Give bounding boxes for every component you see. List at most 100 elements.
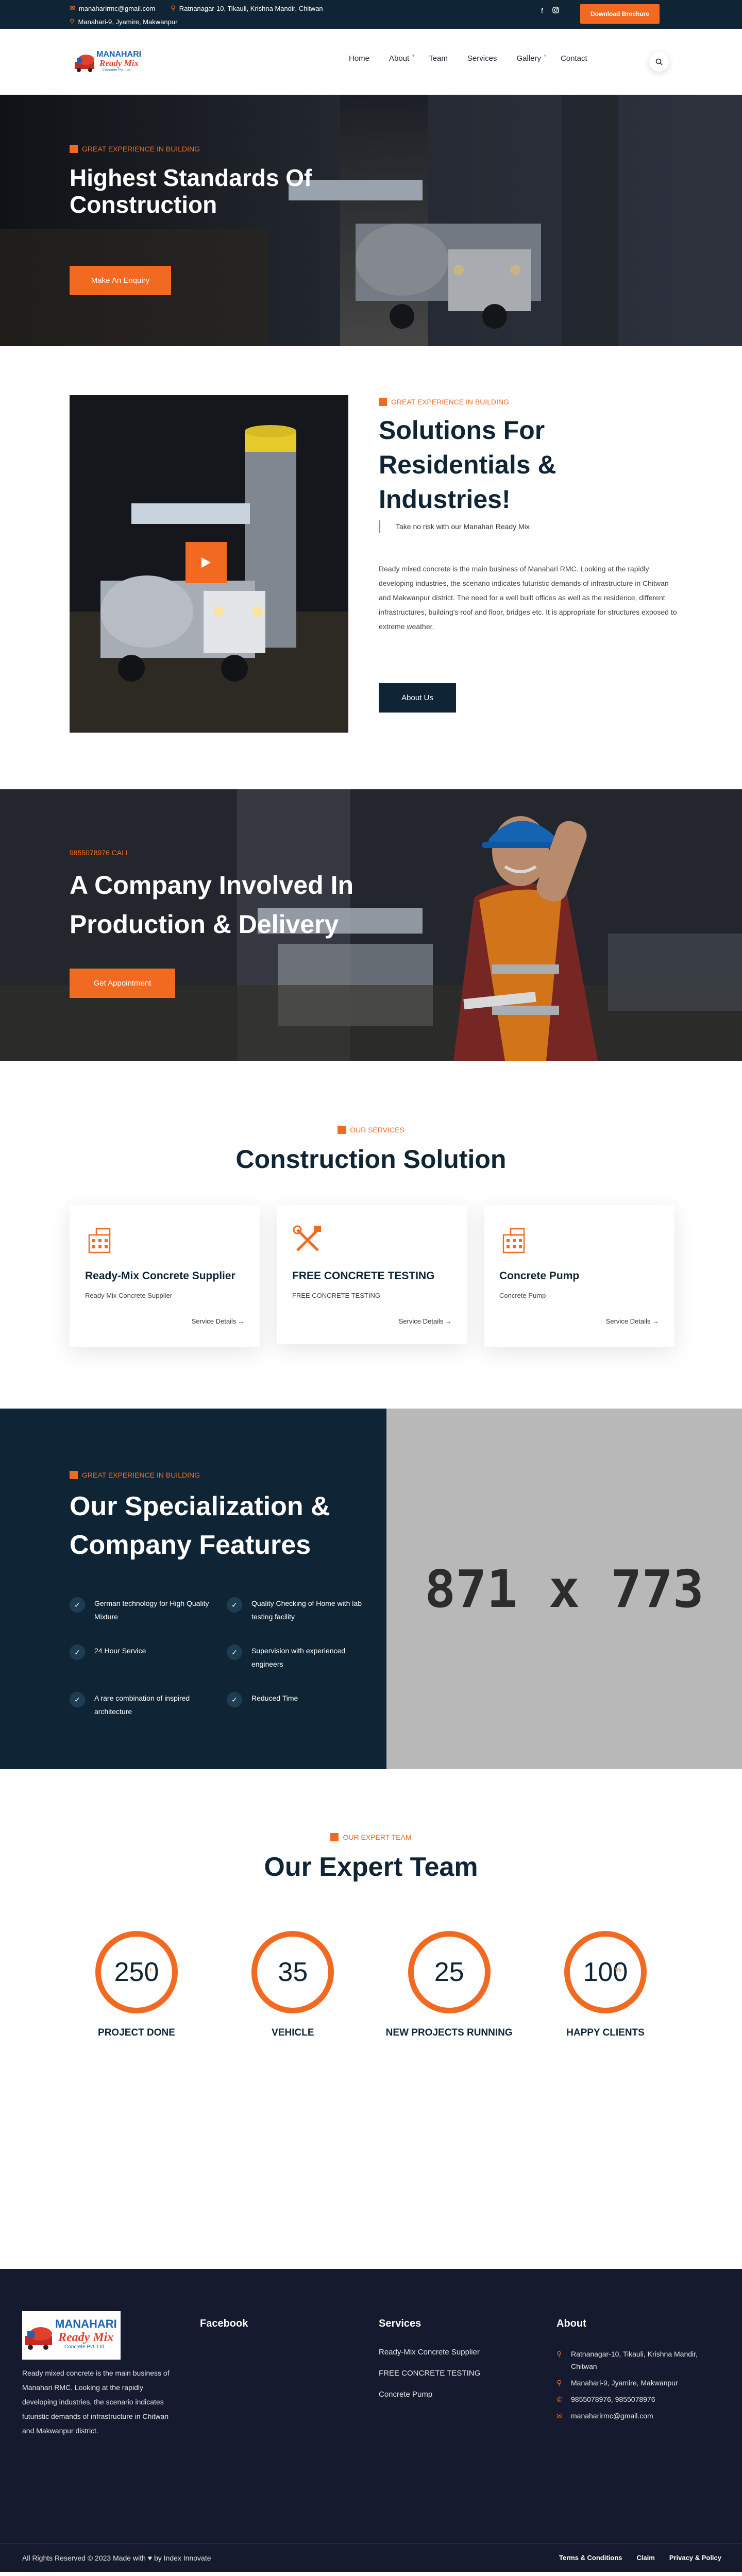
facebook-icon[interactable]: f bbox=[541, 7, 543, 15]
mail-icon: ✉ bbox=[70, 4, 75, 12]
footer-contact-item: ⚲ Manahari-9, Jyamire, Makwanpur bbox=[556, 2377, 721, 2389]
check-icon: ✓ bbox=[70, 1692, 85, 1707]
make-enquiry-button[interactable]: Make An Enquiry bbox=[70, 266, 171, 295]
feature-item: ✓ A rare combination of inspired architec… bbox=[70, 1691, 216, 1718]
feature-item: ✓ Quality Checking of Home with lab testi… bbox=[227, 1597, 374, 1623]
footer-facebook-column: Facebook bbox=[200, 2318, 248, 2330]
footer-service-link[interactable]: Ready-Mix Concrete Supplier bbox=[379, 2348, 480, 2357]
feature-item: ✓ Supervision with experienced engineers bbox=[227, 1644, 374, 1671]
hero-title: Highest Standards Of Construction bbox=[70, 164, 312, 218]
check-icon: ✓ bbox=[227, 1597, 242, 1613]
footer-service-link[interactable]: Concrete Pump bbox=[379, 2390, 480, 2399]
footer-services-column: Services Ready-Mix Concrete Supplier FRE… bbox=[379, 2318, 480, 2411]
about-us-button[interactable]: About Us bbox=[379, 683, 456, 713]
feature-item: ✓ German technology for High Quality Mixt… bbox=[70, 1597, 216, 1623]
footer-contact-item[interactable]: ✆ 9855078976, 9855078976 bbox=[556, 2393, 721, 2405]
search-button[interactable] bbox=[649, 52, 669, 72]
top-bar: ✉ manaharirmc@gmail.com ⚲ Ratnanagar-10, T… bbox=[0, 0, 742, 29]
stat-counter: 100% HAPPY CLIENTS bbox=[538, 1931, 672, 2039]
mail-icon: ✉ bbox=[556, 2412, 563, 2420]
footer-services-heading: Services bbox=[379, 2318, 421, 2329]
building-icon bbox=[499, 1225, 530, 1256]
topbar-email[interactable]: manaharirmc@gmail.com bbox=[79, 5, 155, 12]
footer-logo[interactable]: MANAHARI Ready Mix Concrete Pvt. Ltd. bbox=[22, 2311, 121, 2360]
team-section: OUR EXPERT TEAM Our Expert Team 250 + PRO… bbox=[0, 1769, 742, 2269]
about-section: GREAT EXPERIENCE IN BUILDING Solutions F… bbox=[0, 346, 742, 789]
cta-phone-tag[interactable]: 9855078976 CALL bbox=[70, 849, 130, 857]
hero-background-image bbox=[0, 95, 742, 346]
nav-home[interactable]: Home bbox=[339, 54, 379, 63]
features-tag: GREAT EXPERIENCE IN BUILDING bbox=[70, 1471, 200, 1479]
about-tag: GREAT EXPERIENCE IN BUILDING bbox=[379, 398, 509, 406]
footer-about-heading: About bbox=[556, 2318, 586, 2329]
service-card-text: Ready Mix Concrete Supplier bbox=[85, 1292, 173, 1299]
service-card[interactable]: FREE CONCRETE TESTING FREE CONCRETE TEST… bbox=[277, 1205, 467, 1344]
cta-title: A Company Involved In Production & Deliv… bbox=[70, 871, 354, 939]
hero-tag: GREAT EXPERIENCE IN BUILDING bbox=[70, 145, 200, 153]
stat-counter: 250 + PROJECT DONE bbox=[70, 1931, 204, 2039]
nav-team[interactable]: Team bbox=[419, 54, 458, 63]
site-footer: MANAHARI Ready Mix Concrete Pvt. Ltd. Re… bbox=[0, 2269, 742, 2572]
services-tag: OUR SERVICES bbox=[338, 1126, 404, 1134]
nav-contact[interactable]: Contact bbox=[551, 54, 597, 63]
building-icon bbox=[85, 1225, 116, 1256]
stat-counter: 25 + NEW PROJECTS RUNNING bbox=[382, 1931, 516, 2039]
service-card-text: FREE CONCRETE TESTING bbox=[292, 1292, 380, 1299]
claim-link[interactable]: Claim bbox=[636, 2554, 654, 2562]
nav-gallery[interactable]: Gallery bbox=[507, 53, 551, 63]
check-icon: ✓ bbox=[227, 1692, 242, 1707]
play-icon bbox=[201, 557, 211, 568]
footer-service-link[interactable]: FREE CONCRETE TESTING bbox=[379, 2369, 480, 2378]
check-icon: ✓ bbox=[70, 1597, 85, 1613]
nav-about[interactable]: About bbox=[379, 53, 419, 63]
logo-line-1: MANAHARI bbox=[96, 50, 141, 59]
about-title: Solutions For Residentials & Industries! bbox=[379, 416, 556, 514]
download-brochure-button[interactable]: Download Brochure bbox=[580, 4, 660, 24]
team-tag: OUR EXPERT TEAM bbox=[330, 1833, 412, 1841]
tools-icon bbox=[292, 1225, 323, 1256]
check-icon: ✓ bbox=[70, 1645, 85, 1660]
svg-text:MANAHARI: MANAHARI bbox=[55, 2317, 117, 2330]
video-play-button[interactable] bbox=[185, 542, 227, 583]
service-details-link[interactable]: Service Details → bbox=[192, 1317, 245, 1325]
features-section: GREAT EXPERIENCE IN BUILDING Our Special… bbox=[0, 1409, 742, 1769]
pin-icon: ⚲ bbox=[556, 2350, 562, 2358]
terms-link[interactable]: Terms & Conditions bbox=[559, 2554, 622, 2562]
service-details-link[interactable]: Service Details → bbox=[399, 1317, 452, 1325]
get-appointment-button[interactable]: Get Appointment bbox=[70, 969, 175, 998]
nav-services[interactable]: Services bbox=[458, 54, 507, 63]
service-card-title: Concrete Pump bbox=[499, 1270, 580, 1282]
pin-icon: ⚲ bbox=[556, 2379, 562, 2387]
pin-icon: ⚲ bbox=[70, 18, 75, 25]
stat-counter: 35 VEHICLE bbox=[226, 1931, 360, 2039]
site-logo[interactable]: MANAHARI Ready Mix Concrete Pvt. Ltd. bbox=[74, 45, 143, 79]
about-description: Ready mixed concrete is the main busines… bbox=[379, 565, 677, 631]
service-card-title: Ready-Mix Concrete Supplier bbox=[85, 1270, 235, 1282]
topbar-address-1: Ratnanagar-10, Tikauli, Krishna Mandir, … bbox=[179, 4, 323, 12]
check-icon: ✓ bbox=[227, 1645, 242, 1660]
main-navbar: MANAHARI Ready Mix Concrete Pvt. Ltd. Ho… bbox=[0, 29, 742, 95]
service-card[interactable]: Ready-Mix Concrete Supplier Ready Mix Co… bbox=[70, 1205, 260, 1347]
features-title: Our Specialization & Company Features bbox=[70, 1492, 330, 1560]
service-details-link[interactable]: Service Details → bbox=[606, 1317, 659, 1325]
privacy-link[interactable]: Privacy & Policy bbox=[669, 2554, 721, 2562]
footer-about-column: About ⚲ Ratnanagar-10, Tikauli, Krishna M… bbox=[556, 2318, 721, 2426]
service-card-text: Concrete Pump bbox=[499, 1292, 546, 1299]
footer-description: Ready mixed concrete is the main busines… bbox=[22, 2369, 170, 2435]
pin-icon: ⚲ bbox=[171, 4, 176, 12]
instagram-icon[interactable] bbox=[552, 7, 559, 15]
cta-banner: 9855078976 CALL A Company Involved In Pr… bbox=[0, 789, 742, 1061]
footer-contact-item[interactable]: ✉ manaharirmc@gmail.com bbox=[556, 2410, 721, 2422]
team-title: Our Expert Team bbox=[264, 1852, 478, 1882]
footer-facebook-heading: Facebook bbox=[200, 2318, 248, 2329]
svg-text:Concrete Pvt. Ltd.: Concrete Pvt. Ltd. bbox=[64, 2344, 106, 2350]
main-menu: Home About Team Services Gallery Contact bbox=[339, 53, 597, 63]
footer-contact-item: ⚲ Ratnanagar-10, Tikauli, Krishna Mandir,… bbox=[556, 2348, 721, 2372]
service-card[interactable]: Concrete Pump Concrete Pump Service Deta… bbox=[484, 1205, 674, 1347]
feature-item: ✓ 24 Hour Service bbox=[70, 1644, 216, 1671]
hero-banner: GREAT EXPERIENCE IN BUILDING Highest Sta… bbox=[0, 95, 742, 346]
about-image bbox=[70, 395, 348, 733]
search-icon bbox=[655, 58, 663, 65]
features-list: ✓ German technology for High Quality Mixt… bbox=[70, 1597, 374, 1718]
services-section: OUR SERVICES Construction Solution Ready… bbox=[0, 1061, 742, 1409]
